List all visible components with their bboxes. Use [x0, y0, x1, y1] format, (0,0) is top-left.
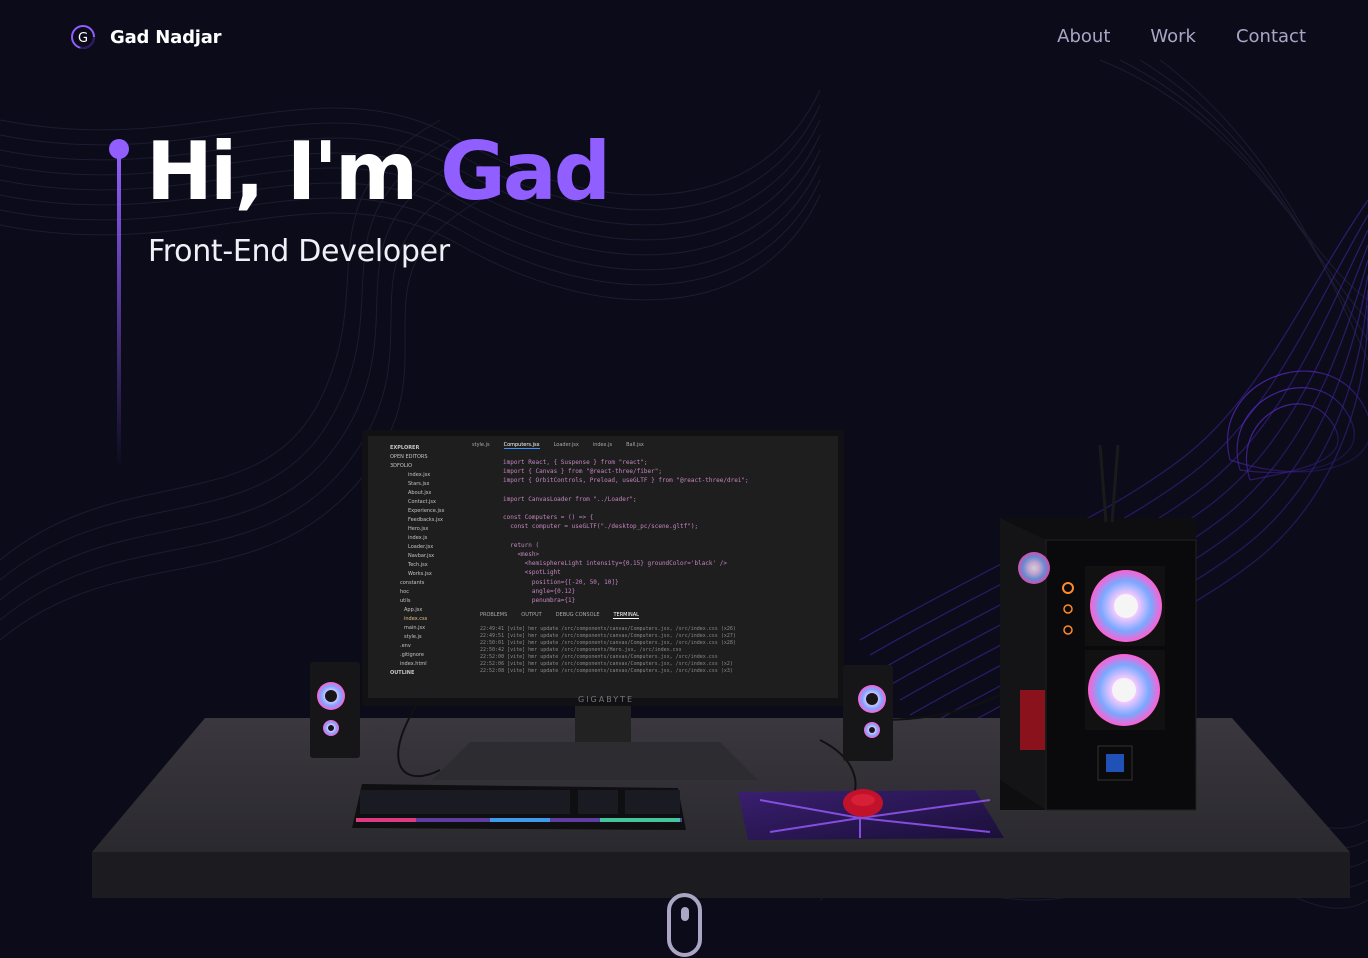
editor-explorer: EXPLORER OPEN EDITORS 3DFOLIO index.jsx …: [390, 444, 468, 678]
desk-front: [92, 852, 1350, 898]
editor-tab[interactable]: Loader.jsx: [554, 442, 579, 448]
explorer-item[interactable]: Hero.jsx: [390, 525, 468, 534]
terminal-output[interactable]: 22:49:41 [vite] hmr update /src/componen…: [480, 626, 835, 675]
explorer-item[interactable]: Works.jsx: [390, 570, 468, 579]
scroll-dot-icon: [681, 907, 689, 921]
editor-tab-active[interactable]: Computers.jsx: [503, 442, 540, 449]
explorer-header: EXPLORER: [390, 445, 420, 451]
explorer-item[interactable]: index.js: [390, 534, 468, 543]
monitor-brand: GIGABYTE: [578, 695, 635, 704]
explorer-item[interactable]: Stars.jsx: [390, 480, 468, 489]
left-speaker: [310, 662, 360, 758]
editor-tab[interactable]: Ball.jsx: [626, 442, 644, 448]
editor-tab[interactable]: style.js: [472, 442, 490, 448]
code-editor[interactable]: import React, { Suspense } from "react";…: [503, 458, 833, 605]
terminal-tabs: PROBLEMS OUTPUT DEBUG CONSOLE TERMINAL: [480, 612, 639, 619]
explorer-item[interactable]: constants: [390, 579, 468, 588]
editor-tab[interactable]: index.js: [593, 442, 612, 448]
explorer-item[interactable]: About.jsx: [390, 489, 468, 498]
explorer-item[interactable]: index.html: [390, 660, 468, 669]
editor-tabs: style.js Computers.jsx Loader.jsx index.…: [468, 439, 838, 451]
explorer-item[interactable]: OPEN EDITORS: [390, 453, 468, 462]
terminal-tab-active[interactable]: TERMINAL: [613, 612, 639, 619]
explorer-item[interactable]: Experience.jsx: [390, 507, 468, 516]
monitor-base: [432, 742, 758, 780]
explorer-item[interactable]: main.jsx: [390, 624, 468, 633]
explorer-item[interactable]: 3DFOLIO: [390, 462, 468, 471]
explorer-item[interactable]: OUTLINE: [390, 669, 468, 678]
explorer-item[interactable]: style.js: [390, 633, 468, 642]
explorer-item[interactable]: utils: [390, 597, 468, 606]
explorer-item[interactable]: App.jsx: [390, 606, 468, 615]
explorer-item[interactable]: Tech.jsx: [390, 561, 468, 570]
explorer-item[interactable]: index.jsx: [390, 471, 468, 480]
explorer-item[interactable]: Navbar.jsx: [390, 552, 468, 561]
explorer-item[interactable]: .gitignore: [390, 651, 468, 660]
monitor-stand: [575, 706, 631, 744]
explorer-item[interactable]: Loader.jsx: [390, 543, 468, 552]
explorer-item[interactable]: Feedbacks.jsx: [390, 516, 468, 525]
terminal-tab[interactable]: OUTPUT: [521, 612, 541, 619]
explorer-item[interactable]: hoc: [390, 588, 468, 597]
monitor-screen: EXPLORER OPEN EDITORS 3DFOLIO index.jsx …: [368, 436, 838, 698]
scroll-down-button[interactable]: [667, 893, 702, 957]
explorer-item[interactable]: index.css: [390, 615, 468, 624]
terminal-tab[interactable]: PROBLEMS: [480, 612, 507, 619]
right-speaker: [843, 665, 893, 761]
terminal-tab[interactable]: DEBUG CONSOLE: [556, 612, 600, 619]
explorer-item[interactable]: Contact.jsx: [390, 498, 468, 507]
explorer-item[interactable]: .env: [390, 642, 468, 651]
